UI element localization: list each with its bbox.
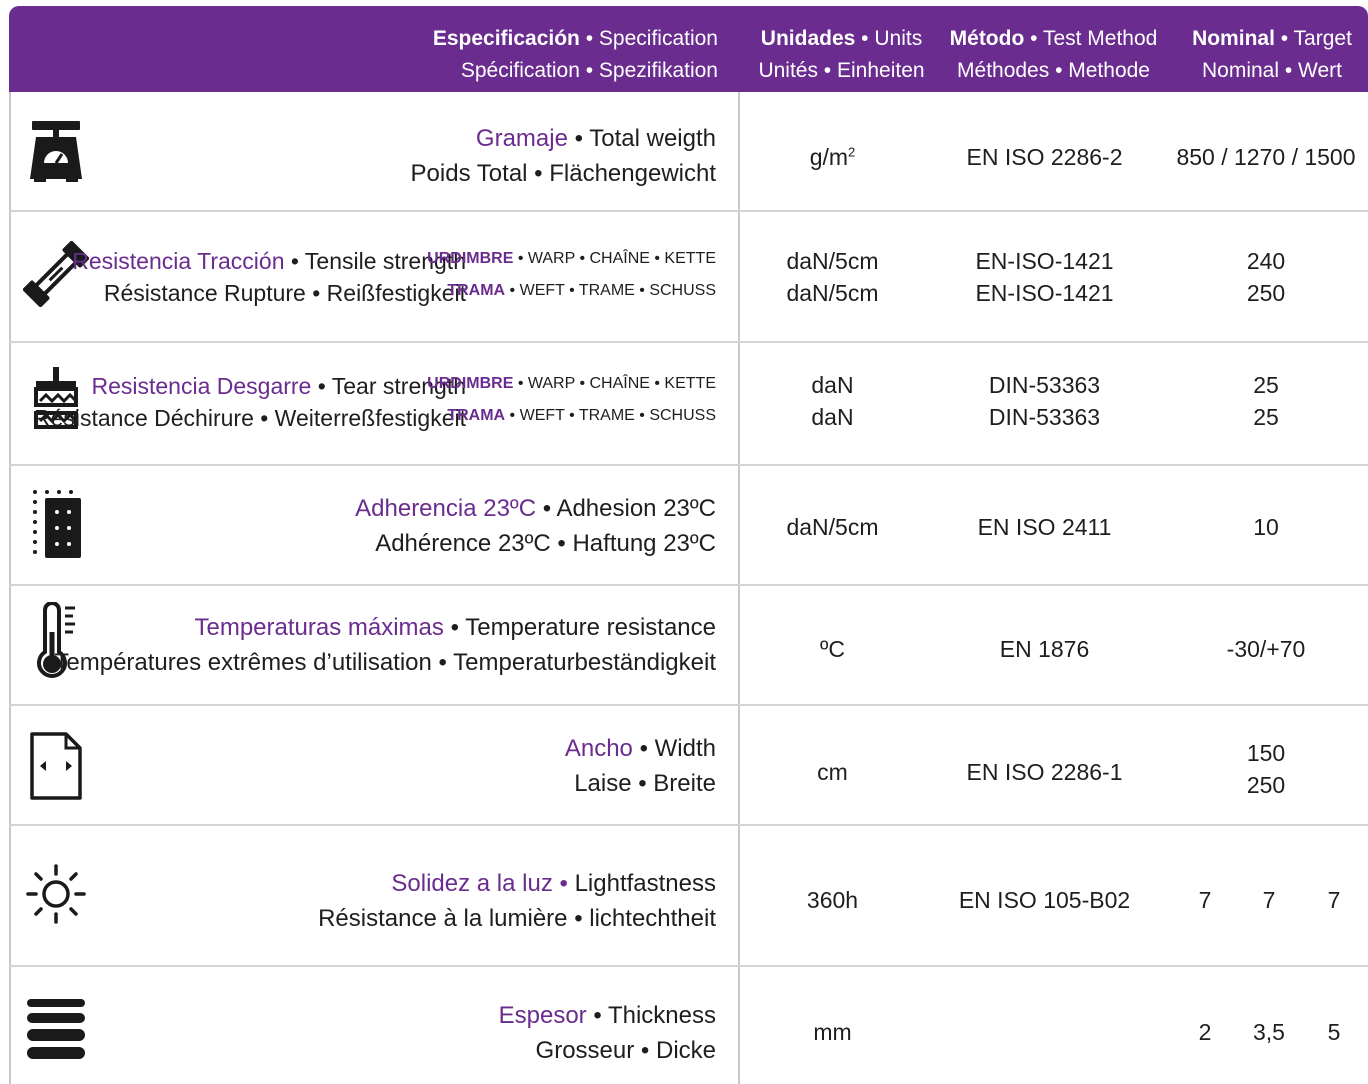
direction-tear: URDIMBRE • WARP • CHAÎNE • KETTE TRAMA •… [427,375,716,424]
nominal-adhesion: 10 [1253,514,1279,540]
table-row-weight: Gramaje • Total weigth Poids Total • Flä… [0,92,1368,210]
method-tensile: EN-ISO-1421 EN-ISO-1421 [975,248,1114,306]
spec-name: Resistencia Tracción [72,248,285,274]
nominal-light-1: 7 [1198,887,1212,913]
units-weight: g/m2 [809,144,856,170]
sun-icon [18,856,94,932]
nominal-temperature: -30/+70 [1226,636,1306,662]
nominal-thickness-3: 5 [1327,1019,1341,1045]
spec-name: Gramaje [475,125,568,152]
spec-name: Ancho [564,735,633,762]
nominal-tensile: 240 250 [1246,248,1286,306]
units-temperature: ºC [819,636,845,662]
table-header: Especificación • Specification Spécifica… [9,6,1368,92]
spec-thickness: Espesor • Thickness Grosseur • Dicke [498,1002,716,1064]
method-adhesion: EN ISO 2411 [977,514,1112,540]
spec-name: Adherencia 23ºC [355,495,537,522]
spec-width: Ancho • Width Laise • Breite [564,735,716,797]
table-row-tear: Resistencia Desgarre • Tear strength Rés… [0,343,1368,464]
method-temperature: EN 1876 [999,636,1090,662]
nominal-light-3: 7 [1327,887,1341,913]
spec-adhesion: Adherencia 23ºC • Adhesion 23ºC Adhérenc… [355,495,716,557]
spec-table: Especificación • Specification Spécifica… [0,0,1368,1084]
nominal-weight: 850 / 1270 / 1500 [1176,144,1356,170]
nominal-light-2: 7 [1262,887,1276,913]
spec-tear: Resistencia Desgarre • Tear strength Rés… [33,373,466,431]
table-row-light: Solidez a la luz • Lightfastness Résista… [0,826,1368,965]
table-row-tensile: Resistencia Tracción • Tensile strength … [0,212,1368,341]
spec-light: Solidez a la luz • Lightfastness Résista… [318,870,716,932]
spec-weight: Gramaje • Total weigth Poids Total • Flä… [410,125,716,187]
spec-tensile: Resistencia Tracción • Tensile strength … [72,248,466,306]
header-specification: Especificación • Specification Spécifica… [432,27,718,82]
spec-name: Temperaturas máximas [194,614,444,641]
units-tear: daN daN [811,372,854,430]
spec-temperature: Temperaturas máximas • Temperature resis… [54,614,716,676]
header-method: Método • Test Method Méthodes • Methode [949,27,1158,82]
direction-tensile: URDIMBRE • WARP • CHAÎNE • KETTE TRAMA •… [427,250,716,299]
table-row-thickness: Espesor • Thickness Grosseur • Dicke mm … [0,967,1368,1084]
table-row-temperature: Temperaturas máximas • Temperature resis… [0,586,1368,704]
method-tear: DIN-53363 DIN-53363 [988,372,1101,430]
nominal-width: 150 250 [1246,740,1286,798]
spec-name: Solidez a la luz • [391,870,568,897]
width-icon [18,728,94,804]
spec-name: Resistencia Desgarre [91,373,312,399]
method-weight: EN ISO 2286-2 [966,144,1123,170]
method-light: EN ISO 105-B02 [958,887,1131,913]
spec-name: Espesor [498,1002,587,1029]
nominal-thickness-1: 2 [1198,1019,1212,1045]
table-row-width: Ancho • Width Laise • Breite cm EN ISO 2… [0,706,1368,824]
header-nominal: Nominal • Target Nominal • Wert [1192,27,1352,82]
nominal-thickness-2: 3,5 [1253,1019,1285,1045]
units-adhesion: daN/5cm [786,514,879,540]
method-width: EN ISO 2286-1 [966,759,1123,785]
adhesion-icon [18,486,94,562]
units-thickness: mm [813,1019,852,1045]
header-units: Unidades • Units Unités • Einheiten [758,27,925,82]
table-row-adhesion: Adherencia 23ºC • Adhesion 23ºC Adhérenc… [0,466,1368,584]
units-width: cm [817,759,848,785]
units-tensile: daN/5cm daN/5cm [786,248,879,306]
nominal-tear: 25 25 [1253,372,1279,430]
scale-icon [18,113,94,189]
thickness-icon [18,989,94,1065]
units-light: 360h [806,887,859,913]
